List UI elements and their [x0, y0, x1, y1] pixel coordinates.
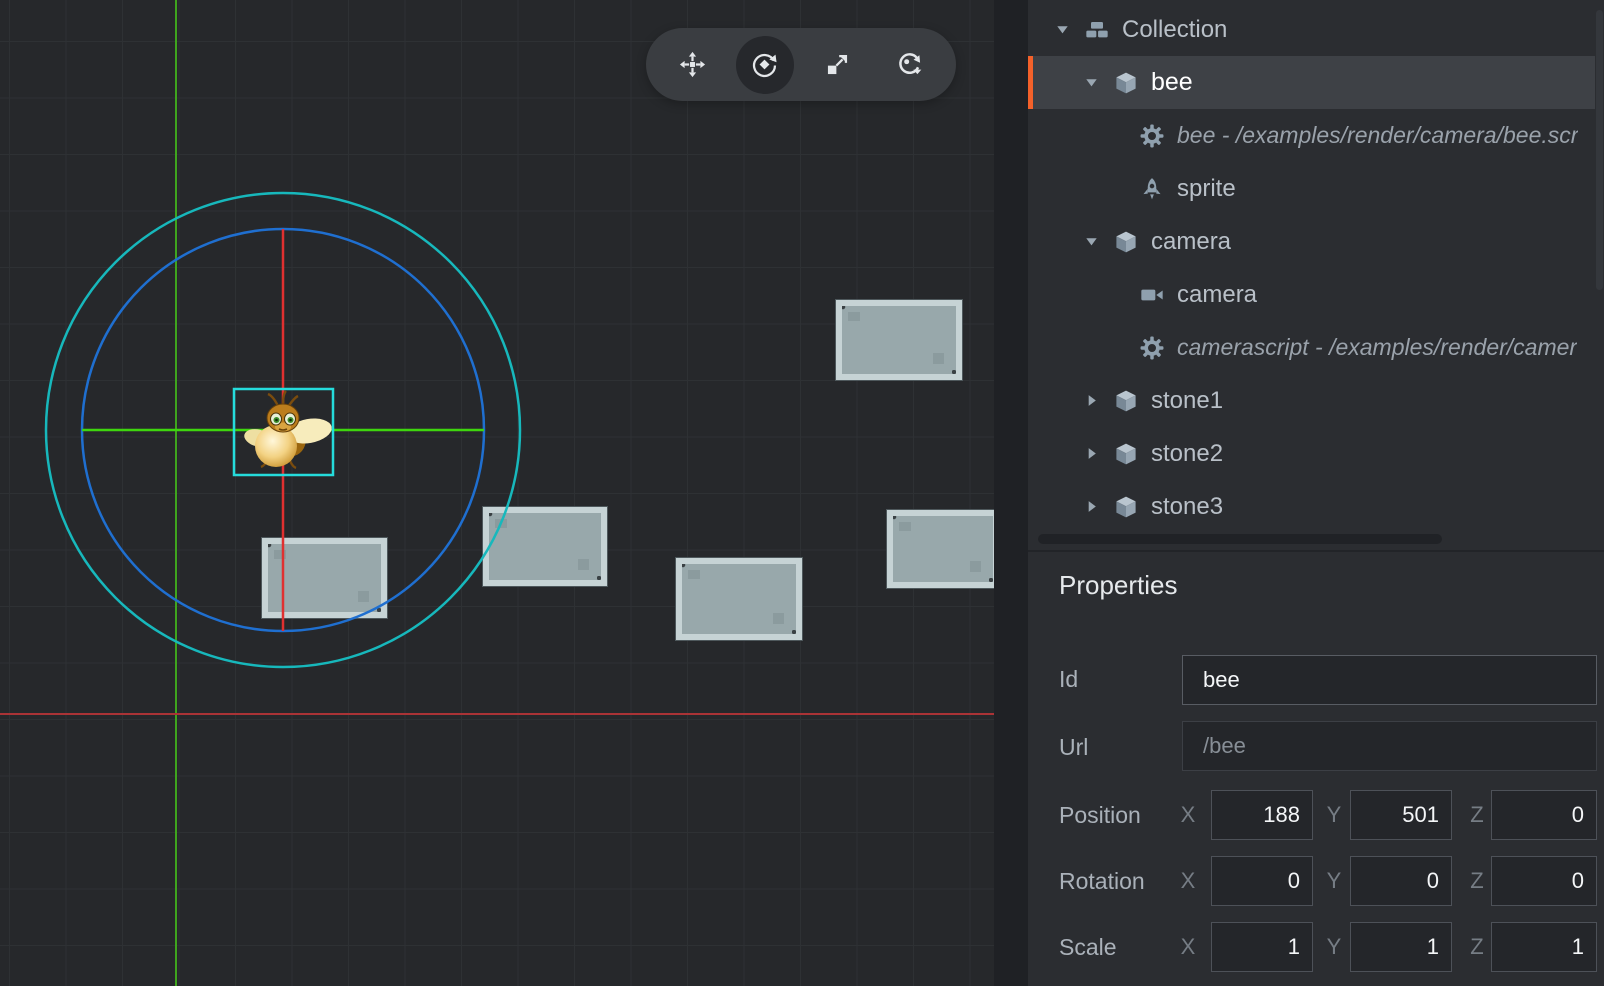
position-z-axis-label: Z [1467, 802, 1487, 828]
outline-item-label: bee - /examples/render/camera/bee.scr [1177, 122, 1578, 149]
camera-icon [1140, 283, 1164, 307]
outline-item-label: stone3 [1151, 493, 1223, 521]
position-z-field[interactable] [1491, 790, 1597, 840]
scale-label: Scale [1059, 934, 1117, 961]
outline-row-camera[interactable]: camera [1028, 268, 1595, 321]
rotation-x-axis-label: X [1178, 868, 1198, 894]
properties-panel: Properties Id Url Position X Y Z Rotation X Y Z… [1028, 550, 1604, 986]
id-field[interactable] [1182, 655, 1597, 705]
chevron-down-icon[interactable] [1056, 23, 1085, 36]
scale-x-axis-label: X [1178, 934, 1198, 960]
scale-icon [824, 51, 851, 78]
chevron-right-icon[interactable] [1085, 447, 1114, 460]
scale-x-field[interactable] [1211, 922, 1313, 972]
game-object-icon [1114, 389, 1138, 413]
outline-row-bee[interactable]: bee [1028, 56, 1595, 109]
outline-row-stone1[interactable]: stone1 [1028, 374, 1595, 427]
outline-item-label: stone2 [1151, 440, 1223, 468]
outline-row-camerascript[interactable]: camerascript - /examples/render/camer [1028, 321, 1595, 374]
rotation-y-field[interactable] [1350, 856, 1452, 906]
orbit-tool-button[interactable] [881, 36, 939, 94]
chevron-right-icon[interactable] [1085, 394, 1114, 407]
rotate-icon [751, 51, 778, 78]
rotation-y-axis-label: Y [1324, 868, 1344, 894]
collection-icon [1085, 18, 1109, 42]
id-label: Id [1059, 666, 1078, 693]
game-object-icon [1114, 71, 1138, 95]
orbit-icon [896, 51, 923, 78]
outline-row-sprite[interactable]: sprite [1028, 162, 1595, 215]
outline-row-camera[interactable]: camera [1028, 215, 1595, 268]
chevron-down-icon[interactable] [1085, 76, 1114, 89]
rotate-gizmo[interactable] [0, 0, 994, 986]
position-label: Position [1059, 802, 1141, 829]
outline-row-bee[interactable]: bee - /examples/render/camera/bee.scr [1028, 109, 1595, 162]
position-x-field[interactable] [1211, 790, 1313, 840]
chevron-down-icon[interactable] [1085, 235, 1114, 248]
position-x-axis-label: X [1178, 802, 1198, 828]
outline-vertical-scrollbar[interactable] [1596, 10, 1603, 290]
script-icon [1140, 336, 1164, 360]
outline-item-label: camerascript - /examples/render/camer [1177, 334, 1577, 361]
scale-z-field[interactable] [1491, 922, 1597, 972]
script-icon [1140, 124, 1164, 148]
outline-row-Collection[interactable]: Collection [1028, 3, 1595, 56]
viewport-toolbar [646, 28, 956, 101]
move-tool-button[interactable] [663, 36, 721, 94]
position-y-axis-label: Y [1324, 802, 1344, 828]
outline-item-label: Collection [1122, 16, 1227, 44]
scale-y-axis-label: Y [1324, 934, 1344, 960]
game-object-icon [1114, 442, 1138, 466]
outline-item-label: sprite [1177, 175, 1236, 203]
chevron-right-icon[interactable] [1085, 500, 1114, 513]
game-object-icon [1114, 495, 1138, 519]
outline-panel: Collection bee bee - /examples/render/came… [1028, 0, 1604, 550]
scale-z-axis-label: Z [1467, 934, 1487, 960]
outline-row-stone2[interactable]: stone2 [1028, 427, 1595, 480]
outline-horizontal-scrollbar[interactable] [1038, 534, 1442, 544]
game-object-icon [1114, 230, 1138, 254]
url-label: Url [1059, 734, 1088, 761]
move-icon [679, 51, 706, 78]
outline-item-label: camera [1151, 228, 1231, 256]
outline-item-label: camera [1177, 281, 1257, 309]
url-field[interactable] [1182, 721, 1597, 771]
scene-viewport[interactable] [0, 0, 994, 986]
outline-item-label: bee [1151, 68, 1193, 97]
bee-sprite[interactable] [232, 374, 336, 476]
outline-item-label: stone1 [1151, 387, 1223, 415]
outline-row-stone3[interactable]: stone3 [1028, 480, 1595, 533]
position-y-field[interactable] [1350, 790, 1452, 840]
rotation-z-field[interactable] [1491, 856, 1597, 906]
sprite-icon [1140, 177, 1164, 201]
scale-tool-button[interactable] [808, 36, 866, 94]
rotation-x-field[interactable] [1211, 856, 1313, 906]
rotation-z-axis-label: Z [1467, 868, 1487, 894]
scale-y-field[interactable] [1350, 922, 1452, 972]
rotation-label: Rotation [1059, 868, 1145, 895]
panel-divider[interactable] [994, 0, 1028, 986]
properties-title: Properties [1059, 570, 1178, 601]
editor-window: Collection bee bee - /examples/render/came… [0, 0, 1604, 986]
right-panel: Collection bee bee - /examples/render/came… [1028, 0, 1604, 986]
rotate-tool-button[interactable] [736, 36, 794, 94]
